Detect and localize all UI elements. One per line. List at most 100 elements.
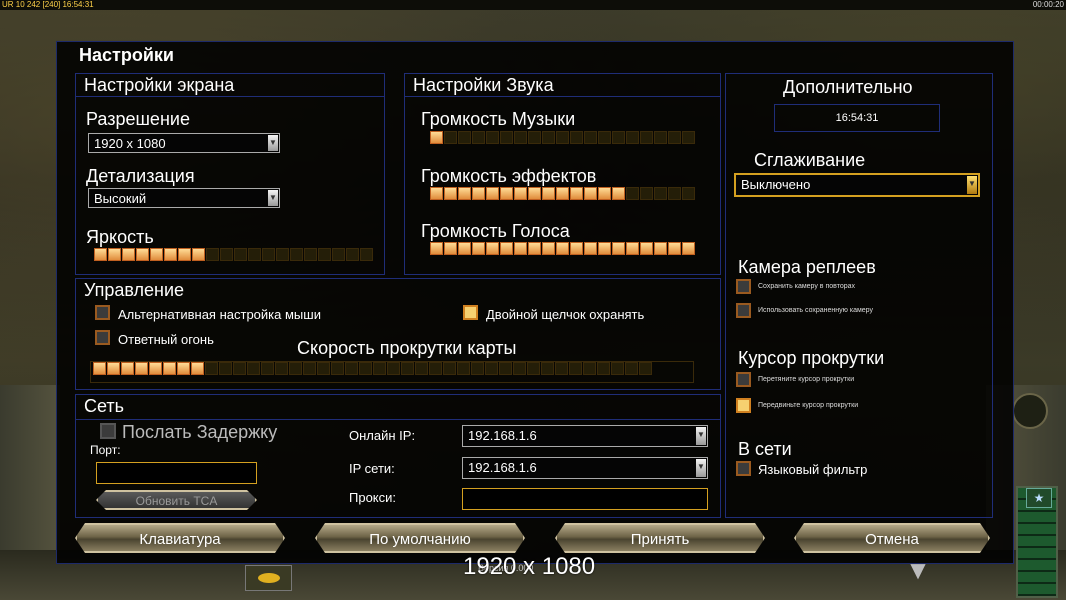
slider-segment[interactable] <box>528 242 541 255</box>
slider-segment[interactable] <box>668 187 681 200</box>
slider-segment[interactable] <box>192 248 205 261</box>
slider-segment[interactable] <box>289 362 302 375</box>
slider-segment[interactable] <box>303 362 316 375</box>
slider-segment[interactable] <box>275 362 288 375</box>
update-tca-button[interactable]: Обновить TCA <box>96 490 257 510</box>
slider-segment[interactable] <box>122 248 135 261</box>
slider-segment[interactable] <box>625 362 638 375</box>
slider-segment[interactable] <box>528 187 541 200</box>
chevron-down-icon[interactable]: ▼ <box>696 427 706 445</box>
chevron-down-icon[interactable]: ▼ <box>268 190 278 206</box>
slider-segment[interactable] <box>360 248 373 261</box>
slider-segment[interactable] <box>612 242 625 255</box>
slider-segment[interactable] <box>486 131 499 144</box>
antialiasing-dropdown[interactable]: Выключено ▼ <box>734 173 980 197</box>
slider-segment[interactable] <box>121 362 134 375</box>
slider-segment[interactable] <box>626 242 639 255</box>
slider-segment[interactable] <box>429 362 442 375</box>
slider-segment[interactable] <box>94 248 107 261</box>
slider-segment[interactable] <box>191 362 204 375</box>
slider-segment[interactable] <box>542 187 555 200</box>
language-filter-checkbox[interactable] <box>736 461 751 476</box>
slider-segment[interactable] <box>178 248 191 261</box>
slider-segment[interactable] <box>541 362 554 375</box>
slider-segment[interactable] <box>430 242 443 255</box>
slider-segment[interactable] <box>654 242 667 255</box>
slider-segment[interactable] <box>500 242 513 255</box>
slider-segment[interactable] <box>527 362 540 375</box>
slider-segment[interactable] <box>234 248 247 261</box>
slider-segment[interactable] <box>332 248 345 261</box>
slider-segment[interactable] <box>682 242 695 255</box>
slider-segment[interactable] <box>500 131 513 144</box>
slider-segment[interactable] <box>164 248 177 261</box>
compass-icon[interactable] <box>1012 393 1048 429</box>
save-camera-checkbox[interactable] <box>736 279 751 294</box>
slider-segment[interactable] <box>485 362 498 375</box>
slider-segment[interactable] <box>500 187 513 200</box>
slider-segment[interactable] <box>654 187 667 200</box>
slider-segment[interactable] <box>472 242 485 255</box>
chevron-down-icon[interactable]: ▼ <box>268 135 278 151</box>
slider-segment[interactable] <box>443 362 456 375</box>
slider-segment[interactable] <box>640 131 653 144</box>
slider-segment[interactable] <box>136 248 149 261</box>
slider-segment[interactable] <box>514 131 527 144</box>
slider-segment[interactable] <box>668 131 681 144</box>
slider-segment[interactable] <box>598 131 611 144</box>
slider-segment[interactable] <box>570 187 583 200</box>
chevron-down-icon[interactable]: ▼ <box>967 176 977 194</box>
double-click-guard-checkbox[interactable] <box>463 305 478 320</box>
slider-segment[interactable] <box>569 362 582 375</box>
slider-segment[interactable] <box>639 362 652 375</box>
slider-segment[interactable] <box>542 131 555 144</box>
alt-mouse-checkbox[interactable] <box>95 305 110 320</box>
accept-button[interactable]: Принять <box>555 523 765 553</box>
use-saved-camera-checkbox[interactable] <box>736 303 751 318</box>
slider-segment[interactable] <box>317 362 330 375</box>
slider-segment[interactable] <box>290 248 303 261</box>
slider-segment[interactable] <box>472 187 485 200</box>
slider-segment[interactable] <box>612 131 625 144</box>
slider-segment[interactable] <box>598 242 611 255</box>
slider-segment[interactable] <box>444 187 457 200</box>
slider-segment[interactable] <box>108 248 121 261</box>
proxy-input[interactable] <box>462 488 708 510</box>
slider-segment[interactable] <box>626 131 639 144</box>
slider-segment[interactable] <box>542 242 555 255</box>
slider-segment[interactable] <box>486 187 499 200</box>
slider-segment[interactable] <box>513 362 526 375</box>
return-fire-checkbox[interactable] <box>95 330 110 345</box>
slider-segment[interactable] <box>262 248 275 261</box>
brightness-slider[interactable] <box>94 248 373 262</box>
scroll-speed-slider[interactable] <box>93 362 652 376</box>
slider-segment[interactable] <box>444 131 457 144</box>
slider-segment[interactable] <box>514 187 527 200</box>
slider-segment[interactable] <box>401 362 414 375</box>
slider-segment[interactable] <box>640 187 653 200</box>
slider-segment[interactable] <box>220 248 233 261</box>
chevron-down-icon[interactable]: ▼ <box>696 459 706 477</box>
slider-segment[interactable] <box>304 248 317 261</box>
slider-segment[interactable] <box>387 362 400 375</box>
slider-segment[interactable] <box>150 248 163 261</box>
send-delay-checkbox[interactable] <box>100 423 116 439</box>
slider-segment[interactable] <box>248 248 261 261</box>
slider-segment[interactable] <box>318 248 331 261</box>
slider-segment[interactable] <box>359 362 372 375</box>
slider-segment[interactable] <box>430 187 443 200</box>
lan-ip-dropdown[interactable]: 192.168.1.6 ▼ <box>462 457 708 479</box>
resolution-dropdown[interactable]: 1920 x 1080 ▼ <box>88 133 280 153</box>
drag-cursor-radio[interactable] <box>736 372 751 387</box>
slider-segment[interactable] <box>93 362 106 375</box>
port-input[interactable] <box>96 462 257 484</box>
slider-segment[interactable] <box>149 362 162 375</box>
slider-segment[interactable] <box>598 187 611 200</box>
online-ip-dropdown[interactable]: 192.168.1.6 ▼ <box>462 425 708 447</box>
slider-segment[interactable] <box>583 362 596 375</box>
slider-segment[interactable] <box>499 362 512 375</box>
slider-segment[interactable] <box>486 242 499 255</box>
slider-segment[interactable] <box>331 362 344 375</box>
cancel-button[interactable]: Отмена <box>794 523 990 553</box>
slider-segment[interactable] <box>570 131 583 144</box>
